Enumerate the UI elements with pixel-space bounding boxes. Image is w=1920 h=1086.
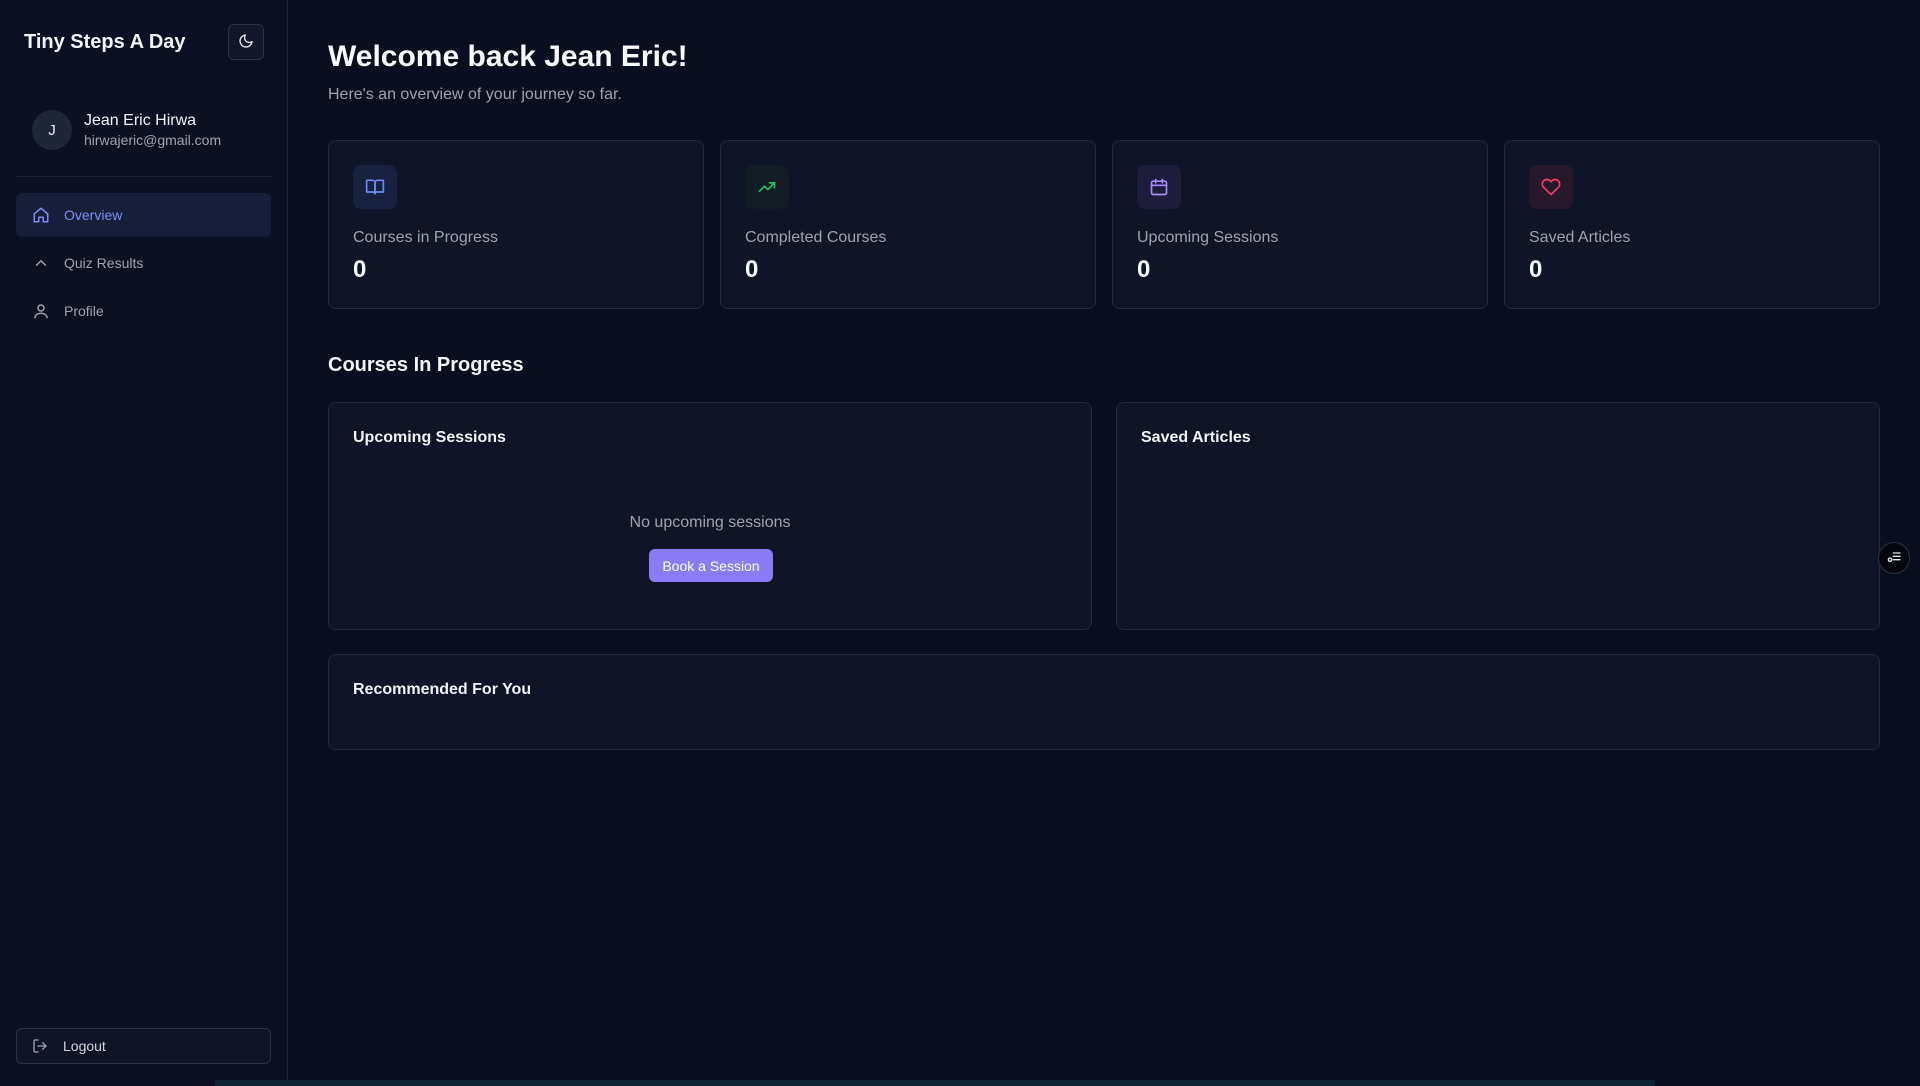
heart-icon — [1529, 165, 1573, 209]
brand-row: Tiny Steps A Day — [24, 24, 264, 60]
stats-grid: Courses in Progress 0 Completed Courses … — [328, 140, 1880, 309]
upcoming-sessions-panel: Upcoming Sessions No upcoming sessions B… — [328, 402, 1092, 630]
sidebar-item-label: Overview — [64, 207, 123, 223]
stat-value: 0 — [745, 256, 759, 283]
avatar: J — [32, 110, 72, 150]
stat-value: 0 — [1137, 256, 1151, 283]
trending-up-icon — [745, 165, 789, 209]
stat-label: Saved Articles — [1529, 229, 1631, 246]
stat-card-completed-courses: Completed Courses 0 — [720, 140, 1096, 309]
panel-title: Recommended For You — [353, 681, 532, 698]
home-icon — [32, 206, 50, 224]
stat-label: Upcoming Sessions — [1137, 229, 1279, 246]
sidebar-item-label: Profile — [64, 303, 104, 319]
stat-value: 0 — [1529, 256, 1543, 283]
user-name: Jean Eric Hirwa — [84, 112, 197, 129]
sidebar-item-overview[interactable]: Overview — [16, 193, 271, 237]
logout-label: Logout — [63, 1038, 106, 1054]
sidebar-nav: Overview Quiz Results Profile — [16, 193, 271, 337]
page-subtitle: Here's an overview of your journey so fa… — [328, 86, 622, 103]
sidebar-divider — [16, 176, 271, 177]
logout-icon — [31, 1037, 49, 1055]
calendar-icon — [1137, 165, 1181, 209]
stat-card-upcoming-sessions: Upcoming Sessions 0 — [1112, 140, 1488, 309]
app-title: Tiny Steps A Day — [24, 30, 186, 53]
filter-list-icon — [1886, 549, 1902, 568]
recommended-panel: Recommended For You — [328, 654, 1880, 750]
saved-articles-panel: Saved Articles — [1116, 402, 1880, 630]
chevron-up-icon — [32, 254, 50, 272]
section-title-courses-in-progress: Courses In Progress — [328, 354, 524, 376]
stat-value: 0 — [353, 256, 367, 283]
logout-button[interactable]: Logout — [16, 1028, 271, 1064]
book-open-icon — [353, 165, 397, 209]
stat-label: Courses in Progress — [353, 229, 498, 246]
bottom-strip — [215, 1080, 1655, 1086]
moon-icon — [238, 33, 254, 52]
panel-title: Upcoming Sessions — [353, 429, 506, 446]
sidebar-item-quiz-results[interactable]: Quiz Results — [16, 241, 271, 285]
sidebar-item-profile[interactable]: Profile — [16, 289, 271, 333]
book-session-button[interactable]: Book a Session — [649, 549, 773, 582]
user-icon — [32, 302, 50, 320]
user-profile-summary: J Jean Eric Hirwa hirwajeric@gmail.com — [32, 108, 272, 152]
floating-action-button[interactable] — [1878, 542, 1910, 574]
sidebar: Tiny Steps A Day J Jean Eric Hirwa hirwa… — [0, 0, 288, 1086]
theme-toggle-button[interactable] — [228, 24, 264, 60]
stat-card-saved-articles: Saved Articles 0 — [1504, 140, 1880, 309]
stat-label: Completed Courses — [745, 229, 887, 246]
user-email: hirwajeric@gmail.com — [84, 132, 222, 148]
stat-card-courses-in-progress: Courses in Progress 0 — [328, 140, 704, 309]
empty-state-text: No upcoming sessions — [629, 514, 791, 531]
page-title: Welcome back Jean Eric! — [328, 40, 688, 73]
sidebar-item-label: Quiz Results — [64, 255, 144, 271]
panel-title: Saved Articles — [1141, 429, 1251, 446]
